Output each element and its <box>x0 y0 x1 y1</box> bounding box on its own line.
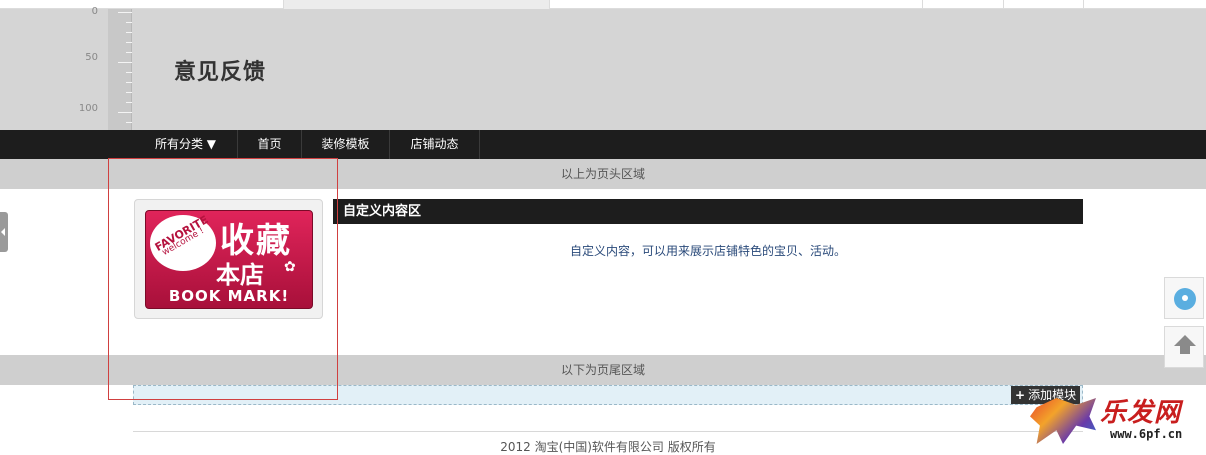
watermark-brand: 乐发网 <box>1100 398 1182 428</box>
ruler-mark: 50 <box>85 52 98 63</box>
shop-nav-bar: 所有分类 ▼ 首页 装修模板 店铺动态 <box>0 130 1206 159</box>
arrow-up-icon <box>1174 335 1196 346</box>
nav-shop-news[interactable]: 店铺动态 <box>390 130 480 159</box>
chat-button[interactable] <box>1164 277 1204 319</box>
collapse-panel-handle[interactable] <box>0 212 8 252</box>
bull-logo-icon <box>1030 398 1096 444</box>
site-watermark: 乐发网 www.6pf.cn <box>1030 392 1206 452</box>
shop-title: 意见反馈 <box>174 60 267 85</box>
ruler-mark: 100 <box>78 103 98 114</box>
nav-templates[interactable]: 装修模板 <box>302 130 390 159</box>
nav-home[interactable]: 首页 <box>238 130 302 159</box>
top-toolbar-strip <box>0 0 1206 9</box>
footer-copyright: 2012 淘宝(中国)软件有限公司 版权所有 <box>500 440 716 454</box>
custom-content-title[interactable]: 自定义内容区 <box>333 199 1083 224</box>
custom-content-text: 自定义内容，可以用来展示店铺特色的宝贝、活动。 <box>569 244 846 258</box>
back-to-top-button[interactable] <box>1164 326 1204 368</box>
shop-header[interactable]: 意见反馈 <box>0 9 1206 130</box>
nav-all-categories[interactable]: 所有分类 ▼ <box>134 130 238 159</box>
watermark-url: www.6pf.cn <box>1110 427 1183 441</box>
ruler-mark: 0 <box>91 6 98 17</box>
toolbar-segment <box>283 0 549 9</box>
chat-bubble-icon <box>1174 288 1196 310</box>
plus-icon: + <box>1015 388 1026 402</box>
chevron-left-icon <box>1 228 5 236</box>
module-selection-outline <box>108 158 338 400</box>
footer-divider <box>133 431 1083 432</box>
shop-editor-page: 意见反馈 0 50 100 150 所有分类 ▼ 首页 装修模板 店铺动态 以上… <box>0 0 1206 455</box>
